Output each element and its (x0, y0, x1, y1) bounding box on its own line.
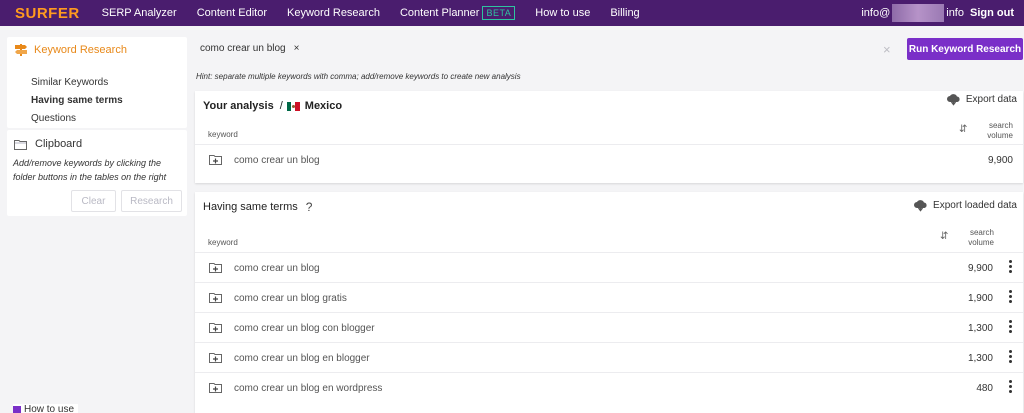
export-data-label: Export data (965, 94, 1017, 105)
research-button[interactable]: Research (121, 190, 182, 212)
remove-keyword-icon[interactable]: × (294, 43, 300, 54)
sidebar-item-similar-keywords[interactable]: Similar Keywords (31, 77, 108, 88)
title-separator: / (279, 100, 283, 112)
clipboard-heading: Clipboard (14, 138, 82, 150)
nav-content-editor[interactable]: Content Editor (197, 7, 267, 19)
your-analysis-card: Your analysis / Mexico Export data keywo… (195, 91, 1023, 183)
signpost-icon (15, 44, 27, 56)
row-menu-icon[interactable] (1008, 380, 1012, 395)
user-email-prefix: info@ (861, 7, 891, 19)
export-loaded-data-button[interactable]: Export loaded data (913, 199, 1017, 212)
sort-icon[interactable]: ⇵ (940, 231, 948, 242)
column-header-search-volume[interactable]: search volume (969, 121, 1013, 141)
analysis-title: Your analysis / Mexico (203, 100, 342, 112)
clear-button[interactable]: Clear (71, 190, 116, 212)
clipboard-hint: Add/remove keywords by clicking the fold… (13, 158, 167, 182)
clear-search-icon[interactable]: × (883, 42, 891, 57)
row-volume: 1,300 (967, 353, 993, 364)
row-keyword: como crear un blog (234, 263, 320, 274)
row-keyword: como crear un blog (234, 155, 320, 166)
cloud-download-icon (914, 200, 927, 212)
table-row: como crear un blog 9,900 (195, 144, 1023, 182)
analysis-title-text: Your analysis (203, 100, 274, 112)
beta-badge: BETA (482, 6, 516, 20)
row-keyword: como crear un blog gratis (234, 293, 347, 304)
same-terms-title-text: Having same terms (203, 201, 298, 213)
add-to-clipboard-icon[interactable] (209, 382, 222, 393)
column-header-volume-line1: search (969, 228, 994, 237)
having-same-terms-card: Having same terms ? Export loaded data k… (195, 192, 1023, 413)
how-to-use-icon (13, 405, 21, 413)
row-menu-icon[interactable] (1008, 260, 1012, 275)
add-to-clipboard-icon[interactable] (209, 292, 222, 303)
user-email-suffix: info (946, 7, 964, 19)
column-header-volume-line2: volume (987, 131, 1013, 140)
row-volume: 480 (976, 383, 993, 394)
nav-keyword-research[interactable]: Keyword Research (287, 7, 380, 19)
mexico-flag-icon (286, 101, 300, 111)
sort-icon[interactable]: ⇵ (959, 124, 967, 135)
keyword-research-panel: Keyword Research Similar Keywords Having… (7, 37, 187, 128)
table-row: como crear un blog gratis 1,900 (195, 282, 1023, 312)
add-to-clipboard-icon[interactable] (209, 352, 222, 363)
clipboard-panel: Clipboard Add/remove keywords by clickin… (7, 130, 187, 216)
same-terms-title: Having same terms ? (203, 200, 312, 214)
keyword-search-bar[interactable]: como crear un blog × × Run Keyword Resea… (190, 26, 1024, 88)
column-header-keyword[interactable]: keyword (208, 130, 238, 139)
nav-how-to-use[interactable]: How to use (535, 7, 590, 19)
user-area: info@ info Sign out (861, 0, 1014, 26)
folder-icon (14, 139, 27, 150)
row-volume: 1,900 (967, 293, 993, 304)
export-data-button[interactable]: Export data (946, 93, 1017, 106)
how-to-use-link[interactable]: How to use (13, 404, 79, 413)
main-content: como crear un blog × × Run Keyword Resea… (190, 26, 1024, 413)
nav-content-planner[interactable]: Content Planner BETA (399, 6, 516, 20)
row-volume: 9,900 (987, 155, 1013, 166)
help-icon[interactable]: ? (306, 200, 313, 214)
keyword-research-heading[interactable]: Keyword Research (14, 43, 127, 57)
row-keyword: como crear un blog en wordpress (234, 383, 383, 394)
row-keyword: como crear un blog con blogger (234, 323, 375, 334)
search-hint: Hint: separate multiple keywords with co… (196, 72, 521, 81)
column-header-keyword[interactable]: keyword (208, 238, 238, 247)
run-keyword-research-button[interactable]: Run Keyword Research (907, 38, 1023, 60)
nav-serp-analyzer[interactable]: SERP Analyzer (102, 7, 177, 19)
add-to-clipboard-icon[interactable] (209, 262, 222, 273)
row-volume: 1,300 (967, 323, 993, 334)
sidebar-item-having-same-terms[interactable]: Having same terms (31, 95, 123, 106)
table-row: como crear un blog en blogger 1,300 (195, 342, 1023, 372)
table-row: como crear un blog con blogger 1,300 (195, 312, 1023, 342)
row-menu-icon[interactable] (1008, 320, 1012, 335)
add-to-clipboard-icon[interactable] (209, 154, 222, 165)
column-header-volume-line2: volume (968, 238, 994, 247)
sign-out-link[interactable]: Sign out (970, 7, 1014, 19)
sidebar: Keyword Research Similar Keywords Having… (0, 26, 190, 413)
surfer-logo[interactable]: SURFER (15, 5, 80, 22)
export-loaded-data-label: Export loaded data (933, 200, 1017, 211)
sidebar-item-questions[interactable]: Questions (31, 113, 76, 124)
nav-billing[interactable]: Billing (610, 7, 639, 19)
cloud-download-icon (946, 94, 960, 106)
nav-content-planner-label: Content Planner (399, 7, 480, 19)
add-to-clipboard-icon[interactable] (209, 322, 222, 333)
keyword-chip-label: como crear un blog (200, 43, 286, 54)
row-volume: 9,900 (967, 263, 993, 274)
how-to-use-label: How to use (24, 404, 75, 413)
column-header-search-volume[interactable]: search volume (950, 228, 994, 248)
row-menu-icon[interactable] (1008, 290, 1012, 305)
email-redaction (892, 4, 945, 22)
table-row: como crear un blog 9,900 (195, 252, 1023, 282)
table-row: como crear un blog en wordpress 480 (195, 372, 1023, 402)
row-menu-icon[interactable] (1008, 350, 1012, 365)
row-keyword: como crear un blog en blogger (234, 353, 370, 364)
column-header-volume-line1: search (988, 121, 1013, 130)
clipboard-label: Clipboard (35, 138, 83, 150)
keyword-research-label: Keyword Research (34, 44, 127, 56)
keyword-chip[interactable]: como crear un blog × (200, 43, 299, 54)
country-label: Mexico (304, 100, 343, 112)
top-nav: SURFER SERP Analyzer Content Editor Keyw… (0, 0, 1024, 26)
